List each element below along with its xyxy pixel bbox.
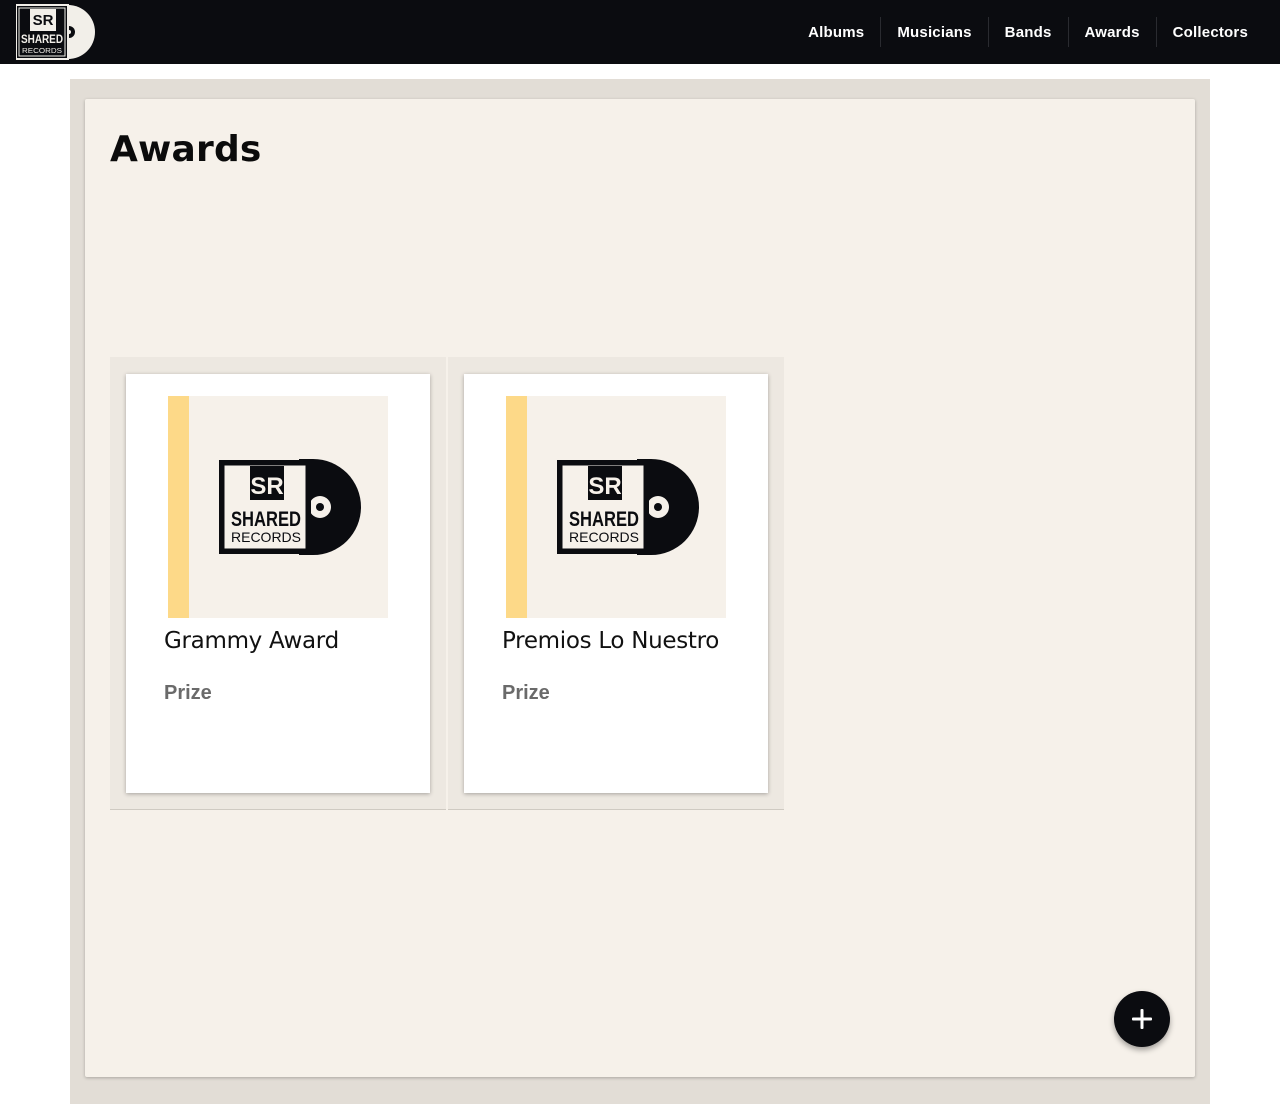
award-type: Prize	[502, 682, 550, 704]
shared-records-logo-icon: SR SHARED RECORDS	[219, 459, 361, 555]
page-title: Awards	[110, 129, 262, 170]
award-type: Prize	[164, 682, 212, 704]
svg-text:SR: SR	[588, 473, 621, 500]
svg-text:SHARED: SHARED	[569, 508, 639, 531]
svg-text:RECORDS: RECORDS	[569, 529, 639, 545]
top-navbar: SR SHARED RECORDS Albums Musicians Bands…	[0, 0, 1280, 64]
svg-text:RECORDS: RECORDS	[22, 48, 62, 55]
add-award-button[interactable]	[1114, 991, 1170, 1047]
award-name: Premios Lo Nuestro	[502, 628, 720, 654]
nav-bands[interactable]: Bands	[989, 0, 1068, 64]
svg-text:RECORDS: RECORDS	[231, 529, 301, 545]
award-card-grammy[interactable]: SR SHARED RECORDS Grammy Award Prize	[126, 374, 430, 793]
accent-stripe	[168, 396, 189, 618]
award-image: SR SHARED RECORDS	[168, 396, 388, 618]
award-name: Grammy Award	[164, 628, 339, 654]
nav-awards[interactable]: Awards	[1069, 0, 1156, 64]
svg-text:SHARED: SHARED	[21, 32, 63, 46]
award-image: SR SHARED RECORDS	[506, 396, 726, 618]
svg-text:SHARED: SHARED	[231, 508, 301, 531]
content-frame: Awards SR SHARED RECORDS Grammy Award Pr…	[70, 79, 1210, 1104]
nav-musicians[interactable]: Musicians	[881, 0, 987, 64]
main-nav: Albums Musicians Bands Awards Collectors	[792, 0, 1264, 64]
awards-panel: Awards SR SHARED RECORDS Grammy Award Pr…	[85, 99, 1195, 1077]
award-card-premios-lo-nuestro[interactable]: SR SHARED RECORDS Premios Lo Nuestro Pri…	[464, 374, 768, 793]
award-grid-cell: SR SHARED RECORDS Grammy Award Prize	[110, 357, 446, 810]
awards-grid: SR SHARED RECORDS Grammy Award Prize SR …	[110, 357, 786, 810]
shared-records-logo-icon: SR SHARED RECORDS	[15, 4, 95, 60]
brand-logo[interactable]: SR SHARED RECORDS	[15, 3, 100, 61]
nav-albums[interactable]: Albums	[792, 0, 880, 64]
plus-icon	[1132, 1009, 1152, 1029]
shared-records-logo-icon: SR SHARED RECORDS	[557, 459, 699, 555]
award-grid-cell: SR SHARED RECORDS Premios Lo Nuestro Pri…	[448, 357, 784, 810]
svg-text:SR: SR	[250, 473, 283, 500]
svg-text:SR: SR	[33, 12, 54, 29]
accent-stripe	[506, 396, 527, 618]
nav-collectors[interactable]: Collectors	[1157, 0, 1264, 64]
